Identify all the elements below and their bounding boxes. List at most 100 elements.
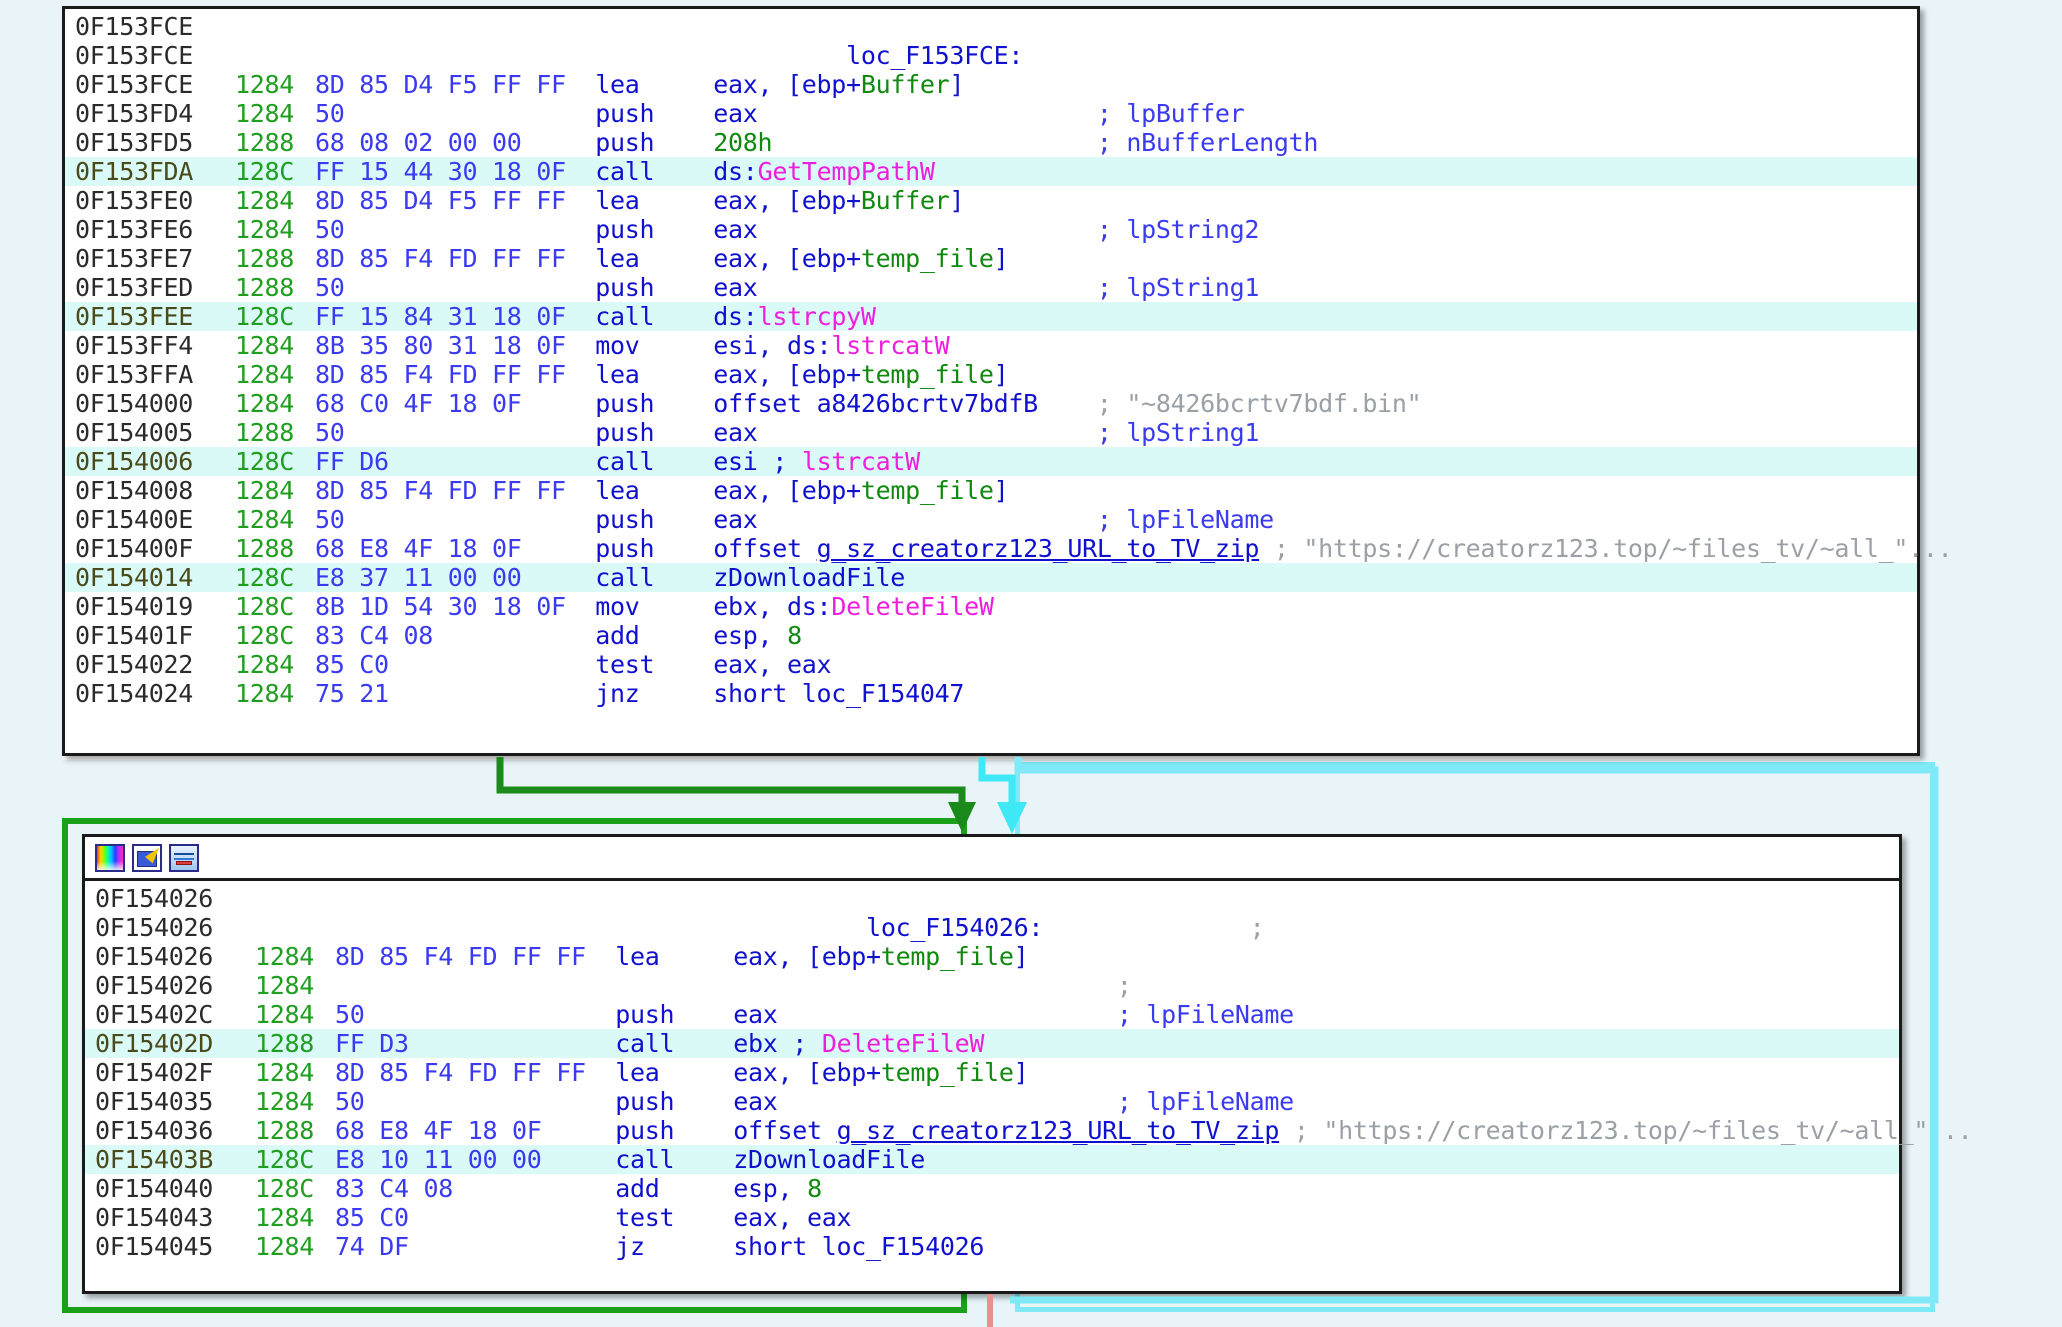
disasm-row[interactable]: 0F15402F 1284 8D 85 F4 FD FF FF lea eax, [… [85, 1058, 1899, 1087]
row-operands[interactable]: eax [713, 273, 758, 302]
api-name[interactable]: lstrcpyW [758, 302, 876, 331]
disasm-row[interactable]: 0F15403B 128C E8 10 11 00 00 call zDownloa… [85, 1145, 1899, 1174]
disasm-row[interactable]: 0F153FD4 1284 50 push eax ; lpBuffer [65, 99, 1917, 128]
disasm-row[interactable]: 0F153FCE loc_F153FCE: [65, 41, 1917, 70]
data-offset-ref[interactable]: g_sz_creatorz123_URL_to_TV_zip [837, 1116, 1280, 1145]
disasm-row[interactable]: 0F153FE0 1284 8D 85 D4 F5 FF FF lea eax, [… [65, 186, 1917, 215]
block-toolbar[interactable] [85, 837, 1899, 881]
edit-pencil-icon[interactable] [132, 843, 162, 872]
disasm-row[interactable]: 0F154005 1288 50 push eax ; lpString1 [65, 418, 1917, 447]
row-operands[interactable]: ebx, ds:DeleteFileW [713, 592, 994, 621]
row-operands[interactable]: esi, ds:lstrcatW [713, 331, 949, 360]
ida-graph-view[interactable]: 0F153FCE 0F153FCE loc_F153FCE: 0F153FCE 12… [0, 0, 2062, 1327]
data-offset-ref[interactable]: g_sz_creatorz123_URL_to_TV_zip [817, 534, 1260, 563]
disasm-row[interactable]: 0F153FCE [65, 12, 1917, 41]
disasm-row[interactable]: 0F153FDA 128C FF 15 44 30 18 0F call ds:Ge… [65, 157, 1917, 186]
row-operands[interactable]: eax [713, 505, 758, 534]
disasm-row[interactable]: 0F15400F 1288 68 E8 4F 18 0F push offset g… [65, 534, 1953, 563]
location-label[interactable]: short loc_F154026 [733, 1232, 984, 1261]
color-palette-icon[interactable] [95, 843, 125, 872]
disasm-row[interactable]: 0F154024 1284 75 21 jnz short loc_F154047 [65, 679, 1917, 708]
row-operands[interactable]: eax [733, 1000, 778, 1029]
row-operands[interactable]: ds:lstrcpyW [713, 302, 876, 331]
location-label[interactable]: loc_F153FCE: [846, 41, 1023, 70]
basic-block-loc-F153FCE[interactable]: 0F153FCE 0F153FCE loc_F153FCE: 0F153FCE 12… [62, 6, 1953, 756]
row-operands[interactable]: short loc_F154047 [713, 679, 964, 708]
row-operands[interactable]: eax [713, 215, 758, 244]
disasm-row[interactable]: 0F154022 1284 85 C0 test eax, eax [65, 650, 1917, 679]
subroutine-ref[interactable]: zDownloadFile [713, 563, 905, 592]
disasm-row[interactable]: 0F154035 1284 50 push eax ; lpFileName [85, 1087, 1899, 1116]
disasm-row[interactable]: 0F153FE7 1288 8D 85 F4 FD FF FF lea eax, [… [65, 244, 1917, 273]
data-offset-ref[interactable]: a8426bcrtv7bdfB [817, 389, 1039, 418]
row-operands[interactable]: eax, [ebp+temp_file] [733, 942, 1028, 971]
disasm-row[interactable]: 0F153FF4 1284 8B 35 80 31 18 0F mov esi, d… [65, 331, 1917, 360]
row-operands[interactable]: zDownloadFile [733, 1145, 925, 1174]
row-operands[interactable]: ebx ; DeleteFileW [733, 1029, 984, 1058]
row-operands[interactable]: offset g_sz_creatorz123_URL_to_TV_zip [733, 1116, 1279, 1145]
row-operands[interactable]: ds:GetTempPathW [713, 157, 935, 186]
row-operands[interactable]: eax, [ebp+Buffer] [713, 70, 964, 99]
disasm-row[interactable]: 0F15401F 128C 83 C4 08 add esp, 8 [65, 621, 1917, 650]
row-operands[interactable]: eax, eax [713, 650, 831, 679]
row-operands[interactable]: offset a8426bcrtv7bdfB [713, 389, 1038, 418]
location-label[interactable]: short loc_F154047 [713, 679, 964, 708]
row-operands[interactable]: eax, [ebp+temp_file] [713, 360, 1008, 389]
api-name[interactable]: GetTempPathW [758, 157, 935, 186]
disasm-row[interactable]: 0F154026 1284 8D 85 F4 FD FF FF lea eax, [… [85, 942, 1899, 971]
row-operands[interactable]: eax, [ebp+temp_file] [713, 476, 1008, 505]
row-operands[interactable]: eax, [ebp+temp_file] [713, 244, 1008, 273]
location-label[interactable]: loc_F154026: [866, 913, 1043, 942]
stack-variable[interactable]: temp_file [861, 360, 994, 389]
disasm-row[interactable]: 0F154019 128C 8B 1D 54 30 18 0F mov ebx, d… [65, 592, 1917, 621]
row-operands[interactable]: eax, eax [733, 1203, 851, 1232]
disasm-row[interactable]: 0F154026 [85, 884, 1899, 913]
row-operands[interactable]: eax [713, 99, 758, 128]
disasm-row[interactable]: 0F154014 128C E8 37 11 00 00 call zDownloa… [65, 563, 1917, 592]
disasm-row[interactable]: 0F154026 1284 ; [85, 971, 1899, 1000]
row-operands[interactable]: loc_F153FCE: [595, 41, 1023, 70]
disassembly-listing-2[interactable]: 0F154026 0F154026 loc_F154026: ; 0F154026… [85, 881, 1973, 1265]
disasm-row[interactable]: 0F153FE6 1284 50 push eax ; lpString2 [65, 215, 1917, 244]
disasm-row[interactable]: 0F153FCE 1284 8D 85 D4 F5 FF FF lea eax, [… [65, 70, 1917, 99]
api-name[interactable]: lstrcatW [831, 331, 949, 360]
row-operands[interactable]: eax [713, 418, 758, 447]
disasm-row[interactable]: 0F154036 1288 68 E8 4F 18 0F push offset g… [85, 1116, 1973, 1145]
disasm-row[interactable]: 0F15402C 1284 50 push eax ; lpFileName [85, 1000, 1899, 1029]
stack-variable[interactable]: Buffer [861, 70, 950, 99]
api-name[interactable]: DeleteFileW [822, 1029, 985, 1058]
row-operands[interactable]: 208h [713, 128, 772, 157]
row-operands[interactable]: esp, 8 [713, 621, 802, 650]
basic-block-loc-F154026[interactable]: 0F154026 0F154026 loc_F154026: ; 0F154026… [82, 834, 1973, 1294]
disassembly-listing-1[interactable]: 0F153FCE 0F153FCE loc_F153FCE: 0F153FCE 12… [65, 9, 1953, 712]
stack-variable[interactable]: temp_file [881, 1058, 1014, 1087]
row-operands[interactable]: esp, 8 [733, 1174, 822, 1203]
disasm-row[interactable]: 0F153FEE 128C FF 15 84 31 18 0F call ds:ls… [65, 302, 1917, 331]
disasm-row[interactable]: 0F154008 1284 8D 85 F4 FD FF FF lea eax, [… [65, 476, 1917, 505]
api-name[interactable]: DeleteFileW [831, 592, 994, 621]
stack-variable[interactable]: temp_file [861, 244, 994, 273]
disasm-row[interactable]: 0F154040 128C 83 C4 08 add esp, 8 [85, 1174, 1899, 1203]
graph-chart-icon[interactable] [169, 843, 199, 872]
disasm-row[interactable]: 0F15400E 1284 50 push eax ; lpFileName [65, 505, 1917, 534]
row-operands[interactable]: short loc_F154026 [733, 1232, 984, 1261]
api-name[interactable]: lstrcatW [802, 447, 920, 476]
stack-variable[interactable]: temp_file [881, 942, 1014, 971]
disasm-row[interactable]: 0F154006 128C FF D6 call esi ; lstrcatW [65, 447, 1917, 476]
disasm-row[interactable]: 0F154026 loc_F154026: ; [85, 913, 1899, 942]
stack-variable[interactable]: temp_file [861, 476, 994, 505]
disasm-row[interactable]: 0F153FD5 1288 68 08 02 00 00 push 208h ; n… [65, 128, 1917, 157]
disasm-row[interactable]: 0F154045 1284 74 DF jz short loc_F154026 [85, 1232, 1899, 1261]
disasm-row[interactable]: 0F153FED 1288 50 push eax ; lpString1 [65, 273, 1917, 302]
row-operands[interactable]: loc_F154026: [615, 913, 1043, 942]
row-operands[interactable]: eax, [ebp+Buffer] [713, 186, 964, 215]
stack-variable[interactable]: Buffer [861, 186, 950, 215]
disasm-row[interactable]: 0F15402D 1288 FF D3 call ebx ; DeleteFileW [85, 1029, 1899, 1058]
row-operands[interactable]: offset g_sz_creatorz123_URL_to_TV_zip [713, 534, 1259, 563]
disasm-row[interactable]: 0F154043 1284 85 C0 test eax, eax [85, 1203, 1899, 1232]
row-operands[interactable]: esi ; lstrcatW [713, 447, 920, 476]
row-operands[interactable]: zDownloadFile [713, 563, 905, 592]
disasm-row[interactable]: 0F154000 1284 68 C0 4F 18 0F push offset a… [65, 389, 1917, 418]
row-operands[interactable]: eax, [ebp+temp_file] [733, 1058, 1028, 1087]
disasm-row[interactable]: 0F153FFA 1284 8D 85 F4 FD FF FF lea eax, [… [65, 360, 1917, 389]
